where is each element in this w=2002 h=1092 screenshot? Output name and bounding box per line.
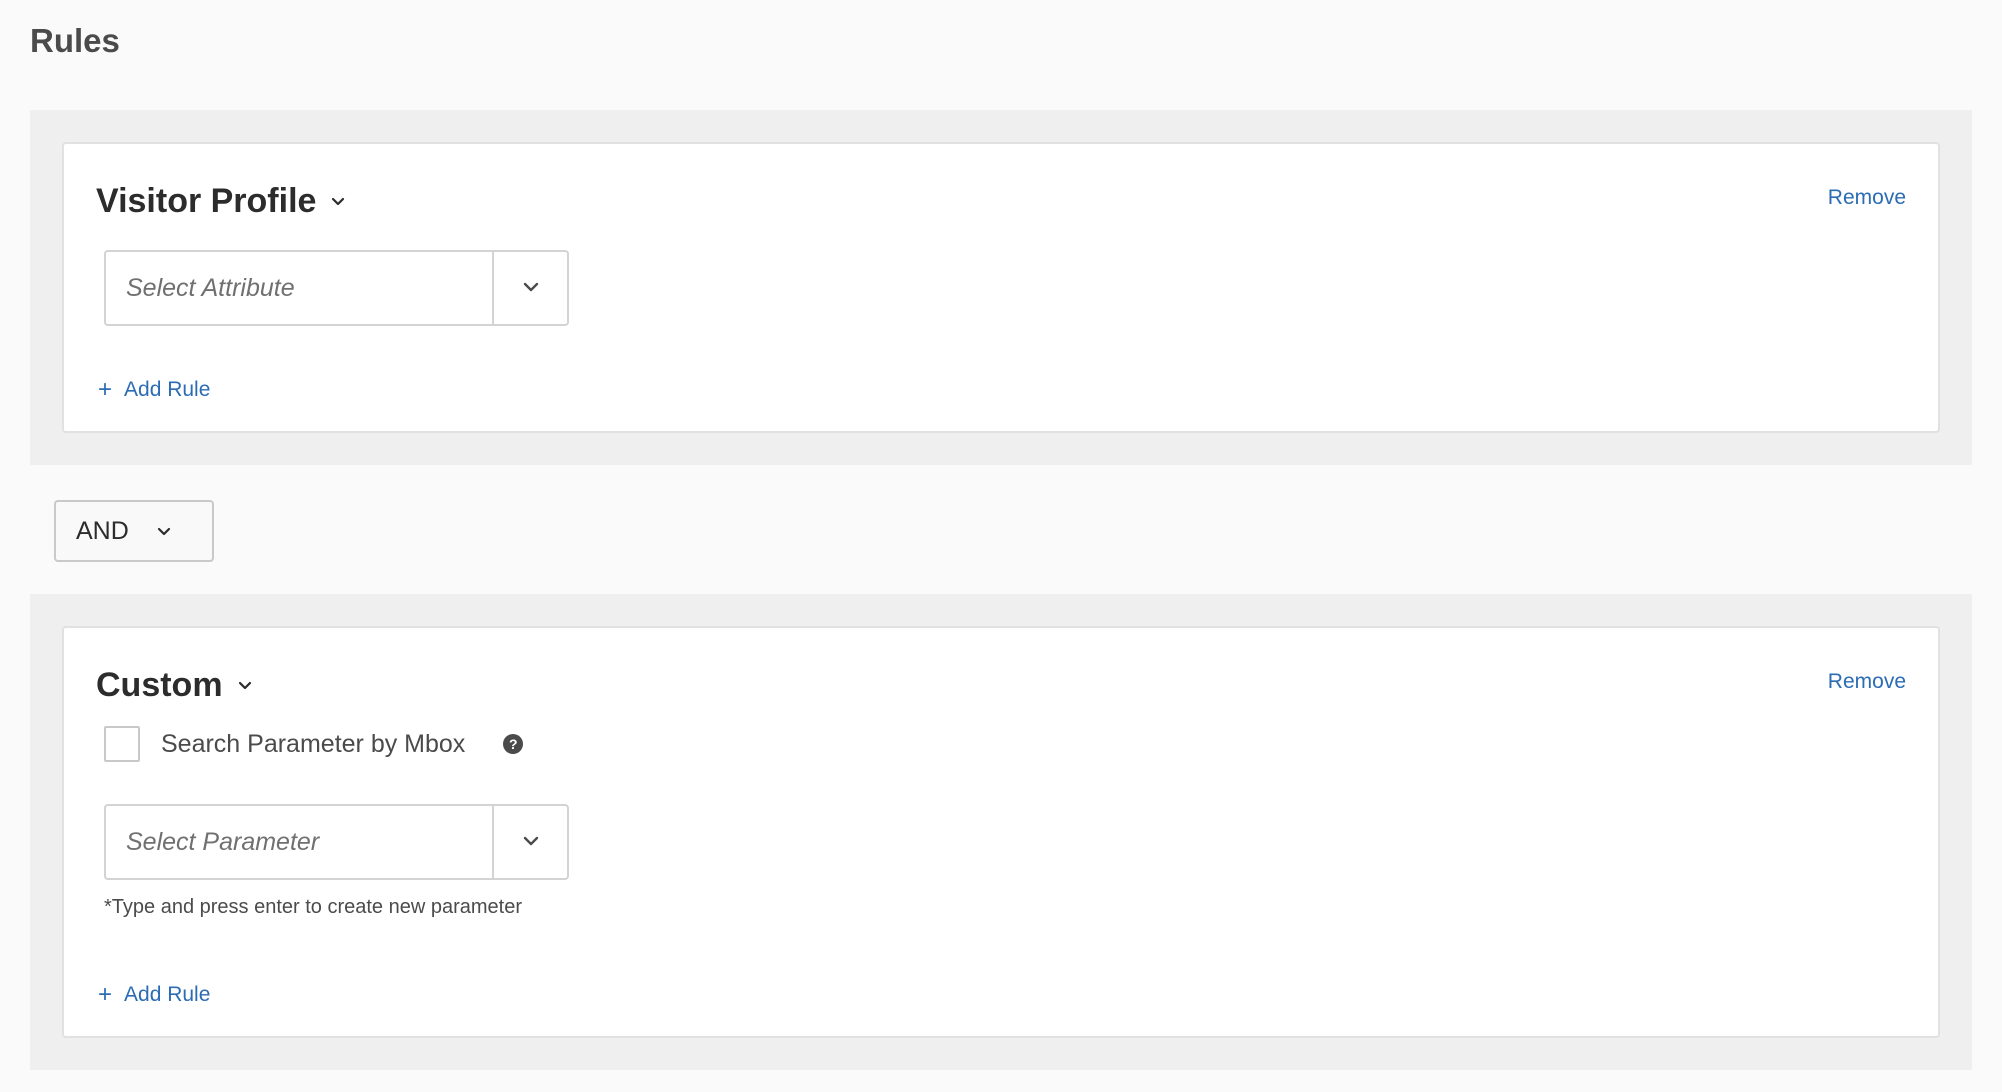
select-parameter-input[interactable] — [106, 806, 492, 878]
add-rule-label: Add Rule — [124, 983, 211, 1006]
card-title[interactable]: Visitor Profile — [96, 182, 316, 221]
select-attribute-combobox[interactable] — [104, 250, 569, 326]
chevron-down-icon[interactable] — [330, 194, 346, 210]
remove-link[interactable]: Remove — [1828, 186, 1906, 210]
select-attribute-input[interactable] — [106, 252, 492, 324]
plus-icon: + — [98, 981, 113, 1008]
rule-card: Visitor Profile Remove + Add Rule — [62, 142, 1940, 433]
search-by-mbox-label[interactable]: Search Parameter by Mbox — [161, 730, 465, 759]
parameter-hint: *Type and press enter to create new para… — [104, 896, 523, 918]
plus-icon: + — [98, 376, 113, 403]
dropdown-button[interactable] — [492, 806, 567, 878]
search-by-mbox-checkbox[interactable] — [104, 726, 140, 762]
dropdown-button[interactable] — [492, 252, 567, 324]
page-title: Rules — [30, 22, 120, 59]
rule-group-visitor-profile: Visitor Profile Remove + Add Rule — [30, 110, 1972, 465]
operator-value: AND — [76, 516, 129, 545]
add-rule-button[interactable]: + Add Rule — [98, 983, 210, 1007]
chevron-down-icon — [523, 279, 539, 297]
rule-card: Custom Remove Search Parameter by Mbox ?… — [62, 626, 1940, 1038]
add-rule-label: Add Rule — [124, 378, 211, 401]
question-circle-icon[interactable]: ? — [503, 734, 524, 754]
card-title[interactable]: Custom — [96, 666, 223, 705]
select-parameter-combobox[interactable] — [104, 804, 569, 880]
add-rule-button[interactable]: + Add Rule — [98, 378, 210, 402]
search-by-mbox-row: Search Parameter by Mbox ? — [104, 726, 524, 762]
chevron-down-icon[interactable] — [237, 678, 253, 694]
operator-select[interactable]: AND — [54, 500, 214, 562]
card-header[interactable]: Custom — [96, 666, 253, 705]
rule-group-custom: Custom Remove Search Parameter by Mbox ?… — [30, 594, 1972, 1070]
chevron-down-icon — [157, 527, 171, 536]
remove-link[interactable]: Remove — [1828, 670, 1906, 694]
card-header[interactable]: Visitor Profile — [96, 182, 346, 221]
chevron-down-icon — [523, 833, 539, 851]
